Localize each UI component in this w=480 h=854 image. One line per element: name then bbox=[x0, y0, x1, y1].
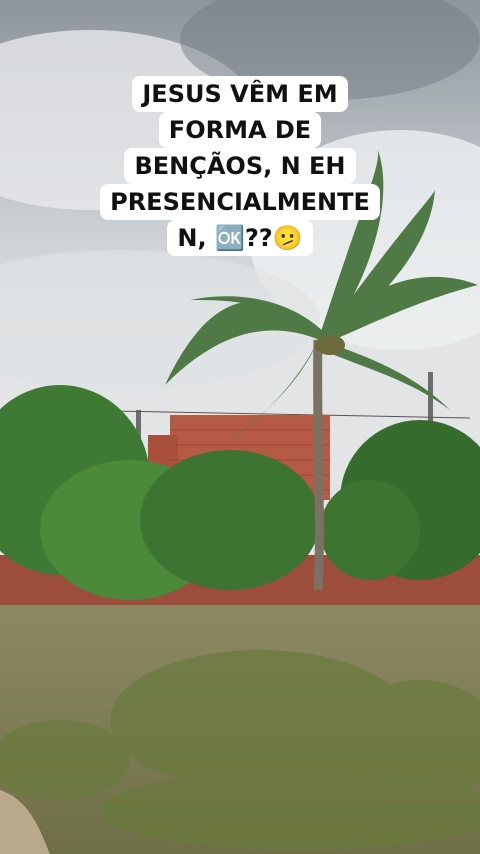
caption-line-5: N, 🆗??🫤 bbox=[167, 220, 313, 256]
caption-overlay: JESUS VÊM EM FORMA DE BENÇÃOS, N EH PRES… bbox=[0, 76, 480, 256]
caption-line-2: FORMA DE bbox=[158, 112, 322, 148]
caption-line-4: PRESENCIALMENTE bbox=[100, 184, 380, 220]
caption-line-3: BENÇÃOS, N EH bbox=[124, 148, 356, 184]
caption-line-1: JESUS VÊM EM bbox=[132, 76, 348, 112]
